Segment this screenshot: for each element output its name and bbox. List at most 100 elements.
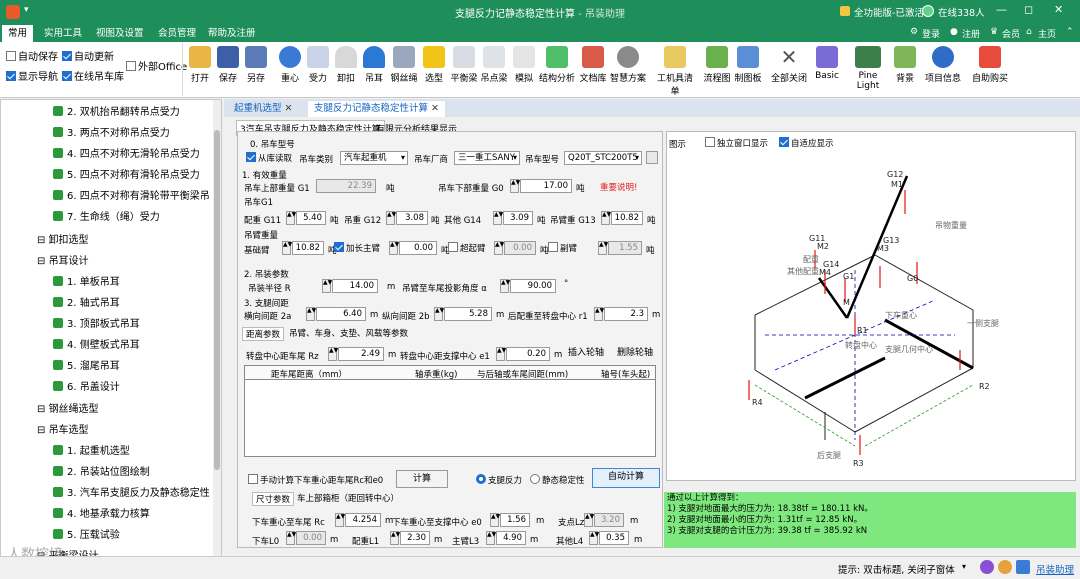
stability-radio[interactable]: 静态稳定性 <box>530 474 585 486</box>
g11-field[interactable]: 5.40 <box>296 211 326 225</box>
tab-common[interactable]: 常用 <box>2 25 34 42</box>
spin-icon[interactable]: ▲▼ <box>490 513 500 527</box>
save-as-button[interactable]: 另存 <box>241 46 271 84</box>
drawing-board-button[interactable]: 制图板 <box>733 46 763 84</box>
spin-icon[interactable]: ▲▼ <box>601 211 611 225</box>
l3-field[interactable]: 4.90 <box>496 531 526 545</box>
lug-button[interactable]: 吊耳 <box>359 46 389 84</box>
angle-field[interactable]: 90.00 <box>510 279 556 293</box>
reaction-radio[interactable]: 支腿反力 <box>476 474 522 486</box>
expander-icon[interactable]: ⊟ <box>37 256 49 267</box>
tree-item[interactable]: 4. 地基承载力核算 <box>53 504 150 525</box>
r1-field[interactable]: 2.3 <box>604 307 648 321</box>
spin-icon[interactable]: ▲▼ <box>434 307 444 321</box>
home-link[interactable]: 主页 <box>1038 27 1056 40</box>
lower-weight-field[interactable]: 17.00 <box>520 179 572 193</box>
spin-icon[interactable]: ▲▼ <box>496 347 506 361</box>
tree-group[interactable]: ⊟ 吊车选型 <box>37 420 89 441</box>
tree-item[interactable]: 1. 起重机选型 <box>53 441 130 462</box>
close-tab-icon[interactable]: ✕ <box>285 103 293 114</box>
spin-icon[interactable]: ▲▼ <box>286 211 296 225</box>
tab-help[interactable]: 帮助及注册 <box>202 25 262 42</box>
l1-field[interactable]: 2.30 <box>400 531 430 545</box>
spin-icon[interactable]: ▲▼ <box>282 241 292 255</box>
tab-boom-params[interactable]: 吊臂、车身、支垫、风载等参数 <box>286 327 411 339</box>
e1-field[interactable]: 0.20 <box>506 347 550 361</box>
self-purchase-button[interactable]: 自助购买 <box>970 46 1010 84</box>
flowchart-button[interactable]: 流程图 <box>702 46 732 84</box>
tree-group[interactable]: ⊟ 卸扣选型 <box>37 230 89 251</box>
auto-calc-button[interactable]: 自动计算 <box>592 468 660 488</box>
close-all-button[interactable]: ✕ 全部关闭 <box>770 46 808 84</box>
spin-icon[interactable]: ▲▼ <box>328 347 338 361</box>
add-main-boom-field[interactable]: 0.00 <box>399 241 437 255</box>
tab-upper-cabinet[interactable]: 车上部箱柜（距回转中心） <box>294 492 402 504</box>
delete-axle-button[interactable]: 删除轮轴 <box>614 345 656 363</box>
crane-model-select[interactable]: Q20T_STC200T5 <box>564 151 642 165</box>
tree-scrollbar-thumb[interactable] <box>214 130 220 470</box>
spin-icon[interactable]: ▲▼ <box>589 531 599 545</box>
notice-link[interactable]: 重要说明! <box>600 181 637 193</box>
tree-item[interactable]: 5. 压载试验 <box>53 525 120 546</box>
insert-axle-button[interactable]: 插入轮轴 <box>564 345 608 363</box>
collapse-ribbon-icon[interactable]: ⌃ <box>1066 27 1074 37</box>
feedback-icon[interactable] <box>1016 560 1030 574</box>
simulate-button[interactable]: 模拟 <box>509 46 539 84</box>
tab-members[interactable]: 会员管理 <box>152 25 202 42</box>
tree-item[interactable]: 4. 侧壁板式吊耳 <box>53 335 140 356</box>
theme-basic-button[interactable]: Basic <box>812 46 842 81</box>
online-lib-option[interactable]: 在线吊车库 <box>62 68 124 83</box>
tab-tools[interactable]: 实用工具 <box>38 25 88 42</box>
smart-plan-button[interactable]: 智慧方案 <box>610 46 646 84</box>
center-of-gravity-button[interactable]: 重心 <box>275 46 305 84</box>
tree-item[interactable]: 5. 四点不对称有滑轮吊点受力 <box>53 165 200 186</box>
tree-item[interactable]: 5. 溜尾吊耳 <box>53 356 120 377</box>
tool-list-button[interactable]: 工机具清单 <box>654 46 696 97</box>
rz-field[interactable]: 2.49 <box>338 347 384 361</box>
tree-item[interactable]: 4. 四点不对称无滑轮吊点受力 <box>53 144 200 165</box>
spin-icon[interactable]: ▲▼ <box>322 279 332 293</box>
tree-item[interactable]: 2. 轴式吊耳 <box>53 293 120 314</box>
brand-link[interactable]: 吊装助理 <box>1036 562 1074 576</box>
manual-calc-checkbox[interactable]: 手动计算下车重心距车尾Rc和e0 <box>248 474 383 486</box>
g13-field[interactable]: 10.82 <box>611 211 643 225</box>
tree-scrollbar[interactable] <box>213 100 221 564</box>
base-boom-field[interactable]: 10.82 <box>292 241 324 255</box>
super-boom-checkbox[interactable]: 超起臂 <box>448 242 486 254</box>
external-office-option[interactable]: 外部Office <box>126 58 187 73</box>
spin-icon[interactable]: ▲▼ <box>500 279 510 293</box>
wire-rope-button[interactable]: 钢丝绳 <box>389 46 419 84</box>
spin-icon[interactable]: ▲▼ <box>386 211 396 225</box>
show-nav-option[interactable]: 显示导航 <box>6 68 58 83</box>
notification-icon[interactable] <box>998 560 1012 574</box>
spin-icon[interactable]: ▲▼ <box>390 531 400 545</box>
doc-tab-reaction[interactable]: 支腿反力记静态稳定性计算 ✕ <box>308 101 446 117</box>
spin-icon[interactable]: ▲▼ <box>486 531 496 545</box>
independent-window-checkbox[interactable]: 独立窗口显示 <box>705 137 768 149</box>
add-main-boom-checkbox[interactable]: 加长主臂 <box>334 242 380 254</box>
crane-type-select[interactable]: 汽车起重机 <box>340 151 408 165</box>
tree-item[interactable]: 3. 两点不对称吊点受力 <box>53 123 170 144</box>
lift-beam-button[interactable]: 吊点梁 <box>479 46 509 84</box>
adaptive-display-checkbox[interactable]: 自适应显示 <box>779 137 834 149</box>
doc-library-button[interactable]: 文档库 <box>578 46 608 84</box>
tree-group[interactable]: ⊟ 吊耳设计 <box>37 251 89 272</box>
h-spacing-field[interactable]: 6.40 <box>316 307 366 321</box>
g12-field[interactable]: 3.08 <box>396 211 428 225</box>
lookup-icon[interactable] <box>646 151 658 164</box>
spin-icon[interactable]: ▲▼ <box>306 307 316 321</box>
autosave-option[interactable]: 自动保存 <box>6 48 58 63</box>
g14-field[interactable]: 3.09 <box>503 211 533 225</box>
aux-boom-checkbox[interactable]: 副臂 <box>548 242 577 254</box>
tree-item[interactable]: 7. 生命线（绳）受力 <box>53 207 160 228</box>
spin-icon[interactable]: ▲▼ <box>335 513 345 527</box>
restore-button[interactable]: ◻ <box>1024 3 1033 16</box>
theme-pine-light-button[interactable]: Pine Light <box>846 46 890 91</box>
tree-item[interactable]: 2. 双机抬吊翻转吊点受力 <box>53 102 180 123</box>
spin-icon[interactable]: ▲▼ <box>389 241 399 255</box>
register-link[interactable]: 注册 <box>962 27 980 40</box>
tree-item[interactable]: 3. 顶部板式吊耳 <box>53 314 140 335</box>
expander-icon[interactable]: ⊟ <box>37 425 49 436</box>
close-tab-icon[interactable]: ✕ <box>431 103 439 114</box>
from-lib-checkbox[interactable]: 从库读取 <box>246 152 292 164</box>
